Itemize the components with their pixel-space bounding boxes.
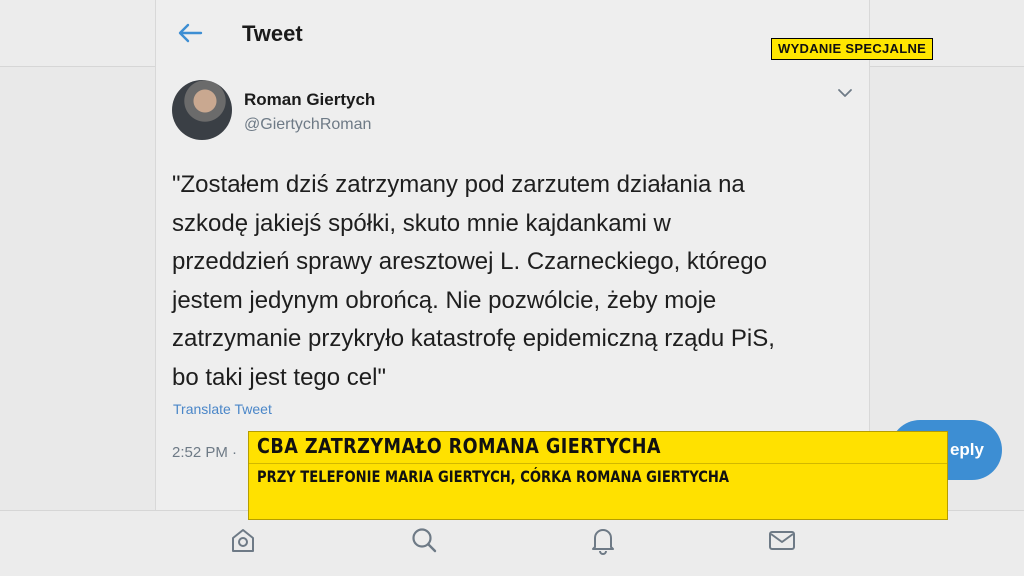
page-title: Tweet xyxy=(242,21,303,46)
ticker-divider xyxy=(249,463,947,464)
tweet-text-line: "Zostałem dziś zatrzymany pod zarzutem d… xyxy=(172,171,745,198)
tweet-timestamp[interactable]: 2:52 PM · xyxy=(172,444,237,461)
ticker-headline: CBA ZATRZYMAŁO ROMANA GIERTYCHA xyxy=(257,434,662,458)
chevron-down-icon[interactable] xyxy=(836,86,854,100)
messages-icon[interactable] xyxy=(767,525,797,555)
tweet-text-line: zatrzymanie przykryło katastrofę epidemi… xyxy=(172,325,775,352)
special-edition-badge: WYDANIE SPECJALNE xyxy=(771,38,934,60)
search-icon[interactable] xyxy=(409,525,439,555)
tweet-text-line: szkodę jakiejś spółki, skuto mnie kajdan… xyxy=(172,209,671,237)
notifications-icon[interactable] xyxy=(588,525,618,555)
author-handle[interactable]: @GiertychRoman xyxy=(244,116,371,134)
author-name[interactable]: Roman Giertych xyxy=(244,90,375,110)
tweet-text: "Zostałem dziś zatrzymany pod zarzutem d… xyxy=(172,166,862,397)
avatar[interactable] xyxy=(172,80,232,140)
tweet-text-line: jestem jedynym obrońcą. Nie pozwólcie, ż… xyxy=(172,286,717,314)
tweet-text-line: bo taki jest tego cel" xyxy=(172,363,386,391)
news-ticker: CBA ZATRZYMAŁO ROMANA GIERTYCHA PRZY TEL… xyxy=(248,431,948,520)
ticker-subline: PRZY TELEFONIE MARIA GIERTYCH, CÓRKA ROM… xyxy=(257,467,730,486)
translate-tweet-link[interactable]: Translate Tweet xyxy=(173,401,272,417)
arrow-left-icon[interactable] xyxy=(177,22,203,44)
home-icon[interactable] xyxy=(228,525,258,555)
tweet-text-line: przeddzień sprawy aresztowej L. Czarneck… xyxy=(172,248,767,275)
